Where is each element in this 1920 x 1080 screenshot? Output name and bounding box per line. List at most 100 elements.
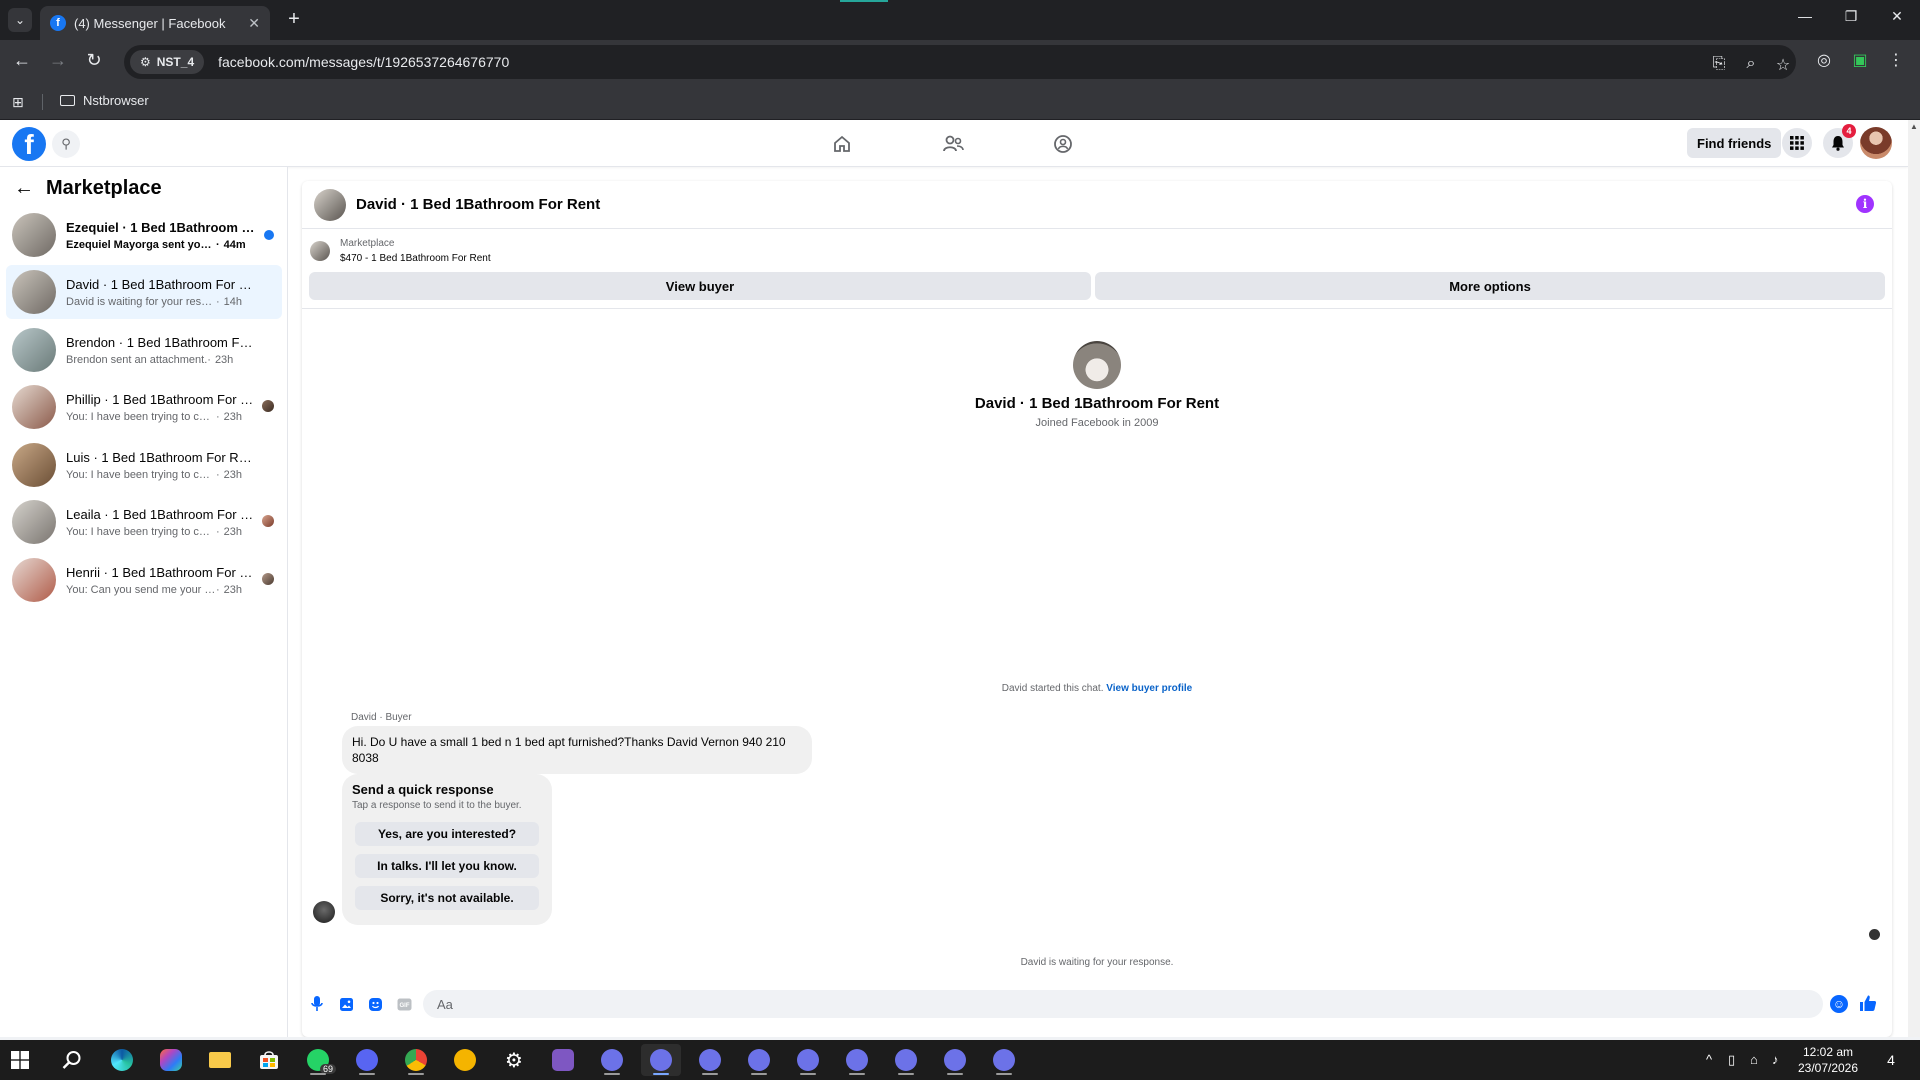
minimize-icon[interactable]: — <box>1790 8 1820 24</box>
photo-icon[interactable] <box>337 995 355 1013</box>
bookmarks-bar: ⊞ Nstbrowser <box>0 84 1920 120</box>
window-close-icon[interactable]: ✕ <box>1882 8 1912 25</box>
home-icon[interactable] <box>828 130 856 158</box>
conversation-item-ezequiel[interactable]: Ezequiel · 1 Bed 1Bathroom For Rent Ezeq… <box>6 208 282 262</box>
whatsapp-icon[interactable]: 69 <box>298 1044 338 1076</box>
conversation-avatar <box>12 213 56 257</box>
chrome-icon[interactable] <box>396 1044 436 1076</box>
account-icon[interactable]: ◎ <box>1812 50 1836 70</box>
scroll-up-arrow-icon[interactable]: ▲ <box>1910 122 1918 131</box>
app-icon-s[interactable] <box>543 1044 583 1076</box>
search-taskbar-icon[interactable] <box>52 1044 92 1076</box>
back-arrow-icon[interactable]: ← <box>14 177 34 200</box>
seen-indicator-avatar <box>1869 929 1880 940</box>
listing-summary[interactable]: Marketplace $470 - 1 Bed 1Bathroom For R… <box>310 236 491 266</box>
browser-menu-icon[interactable]: ⋮ <box>1884 50 1908 70</box>
view-buyer-profile-link[interactable]: View buyer profile <box>1106 683 1192 694</box>
apps-grid-icon[interactable]: ⊞ <box>12 94 24 111</box>
video-extension-icon[interactable]: ▣ <box>1848 50 1872 70</box>
network-icon[interactable]: ⌂ <box>1750 1052 1758 1067</box>
nstbrowser-icon[interactable] <box>592 1044 632 1076</box>
facebook-logo-icon[interactable]: f <box>12 127 46 161</box>
conversation-item-luis[interactable]: Luis · 1 Bed 1Bathroom For Rent You: I h… <box>6 438 282 492</box>
edge-browser-icon[interactable] <box>102 1044 142 1076</box>
groups-icon[interactable] <box>1049 130 1077 158</box>
account-avatar[interactable] <box>1860 127 1892 159</box>
microphone-icon[interactable] <box>308 995 326 1013</box>
nstbrowser-icon[interactable] <box>837 1044 877 1076</box>
chat-header-avatar[interactable] <box>314 188 346 221</box>
info-icon[interactable]: i <box>1856 195 1874 213</box>
buyer-profile-avatar[interactable] <box>1073 341 1121 389</box>
tray-device-icon[interactable]: ▯ <box>1728 1052 1735 1068</box>
new-tab-icon[interactable]: + <box>282 8 306 31</box>
emoji-icon[interactable]: ☺ <box>1830 995 1848 1013</box>
tab-search-chevron-icon[interactable]: ⌄ <box>8 8 32 32</box>
windows-taskbar: 69 ⚙ ^ ▯ ⌂ ♪ 12:02 am 23/07/2026 4 <box>0 1040 1920 1080</box>
gif-icon[interactable]: GIF <box>395 995 413 1013</box>
conversation-item-phillip[interactable]: Phillip · 1 Bed 1Bathroom For Rent You: … <box>6 380 282 434</box>
address-bar[interactable]: ⚙ NST_4 facebook.com/messages/t/19265372… <box>124 45 1796 79</box>
restore-icon[interactable]: ❐ <box>1836 8 1866 25</box>
tab-close-icon[interactable]: ✕ <box>248 15 260 32</box>
chat-header-name[interactable]: David · 1 Bed 1Bathroom For Rent <box>356 196 600 213</box>
conversation-item-henrii[interactable]: Henrii · 1 Bed 1Bathroom For Rent You: C… <box>6 553 282 607</box>
conversation-item-brendon[interactable]: Brendon · 1 Bed 1Bathroom For Rent Brend… <box>6 323 282 377</box>
nstbrowser-icon[interactable] <box>788 1044 828 1076</box>
bookmark-nstbrowser[interactable]: Nstbrowser <box>60 93 149 108</box>
nstbrowser-icon[interactable] <box>935 1044 975 1076</box>
profile-chip[interactable]: ⚙ NST_4 <box>130 50 205 74</box>
tray-overflow-chevron-icon[interactable]: ^ <box>1706 1052 1712 1067</box>
message-input[interactable]: Aa <box>423 990 1823 1018</box>
conversation-avatar <box>12 270 56 314</box>
running-indicator <box>359 1073 375 1075</box>
back-icon[interactable]: ← <box>10 50 34 71</box>
sidebar-title: Marketplace <box>46 177 162 199</box>
install-app-icon[interactable]: ⎘ <box>1708 55 1730 73</box>
reload-icon[interactable]: ↻ <box>82 50 106 71</box>
conversation-avatar <box>12 385 56 429</box>
quick-response-not-available-button[interactable]: Sorry, it's not available. <box>355 886 539 910</box>
page-scrollbar[interactable]: ▲ <box>1908 120 1920 1045</box>
copilot-icon[interactable] <box>151 1044 191 1076</box>
microsoft-store-icon[interactable] <box>249 1044 289 1076</box>
discord-icon[interactable] <box>347 1044 387 1076</box>
conversation-item-leaila[interactable]: Leaila · 1 Bed 1Bathroom For Rent You: I… <box>6 495 282 549</box>
search-icon[interactable]: ⚲ <box>52 130 80 158</box>
conversation-item-david[interactable]: David · 1 Bed 1Bathroom For Rent David i… <box>6 265 282 319</box>
nstbrowser-icon[interactable] <box>984 1044 1024 1076</box>
bookmarks-divider <box>42 94 43 110</box>
nstbrowser-icon[interactable] <box>886 1044 926 1076</box>
file-explorer-icon[interactable] <box>200 1044 240 1076</box>
running-indicator <box>310 1073 326 1075</box>
notification-center-icon[interactable]: 4 <box>1880 1049 1902 1071</box>
bookmark-star-icon[interactable]: ☆ <box>1772 55 1794 75</box>
capcut-icon[interactable] <box>445 1044 485 1076</box>
windows-start-icon[interactable] <box>0 1044 40 1076</box>
sticker-icon[interactable] <box>366 995 384 1013</box>
volume-icon[interactable]: ♪ <box>1772 1052 1779 1067</box>
thumbs-up-icon[interactable] <box>1858 993 1878 1013</box>
running-indicator <box>849 1073 865 1075</box>
friends-icon[interactable] <box>939 130 967 158</box>
buyer-joined-text: Joined Facebook in 2009 <box>1035 417 1159 429</box>
nstbrowser-icon[interactable] <box>739 1044 779 1076</box>
zoom-icon[interactable]: ⌕ <box>1740 55 1762 73</box>
quick-response-in-talks-button[interactable]: In talks. I'll let you know. <box>355 854 539 878</box>
running-indicator <box>898 1073 914 1075</box>
system-clock[interactable]: 12:02 am 23/07/2026 <box>1788 1044 1868 1076</box>
browser-tab-messenger[interactable]: f (4) Messenger | Facebook ✕ <box>40 6 270 40</box>
quick-response-title: Send a quick response <box>352 782 494 797</box>
settings-gear-icon[interactable]: ⚙ <box>494 1044 534 1076</box>
quick-response-interested-button[interactable]: Yes, are you interested? <box>355 822 539 846</box>
find-friends-button[interactable]: Find friends <box>1687 128 1782 158</box>
notifications-bell-icon[interactable]: 4 <box>1823 124 1856 158</box>
menu-grid-icon[interactable] <box>1782 128 1812 158</box>
nstbrowser-active-icon[interactable] <box>641 1044 681 1076</box>
forward-icon[interactable]: → <box>46 50 70 71</box>
more-options-button[interactable]: More options <box>1095 272 1885 300</box>
nstbrowser-icon[interactable] <box>690 1044 730 1076</box>
view-buyer-button[interactable]: View buyer <box>309 272 1091 300</box>
sidebar-header: ← Marketplace <box>14 177 162 200</box>
url-text: facebook.com/messages/t/1926537264676770 <box>218 54 510 70</box>
